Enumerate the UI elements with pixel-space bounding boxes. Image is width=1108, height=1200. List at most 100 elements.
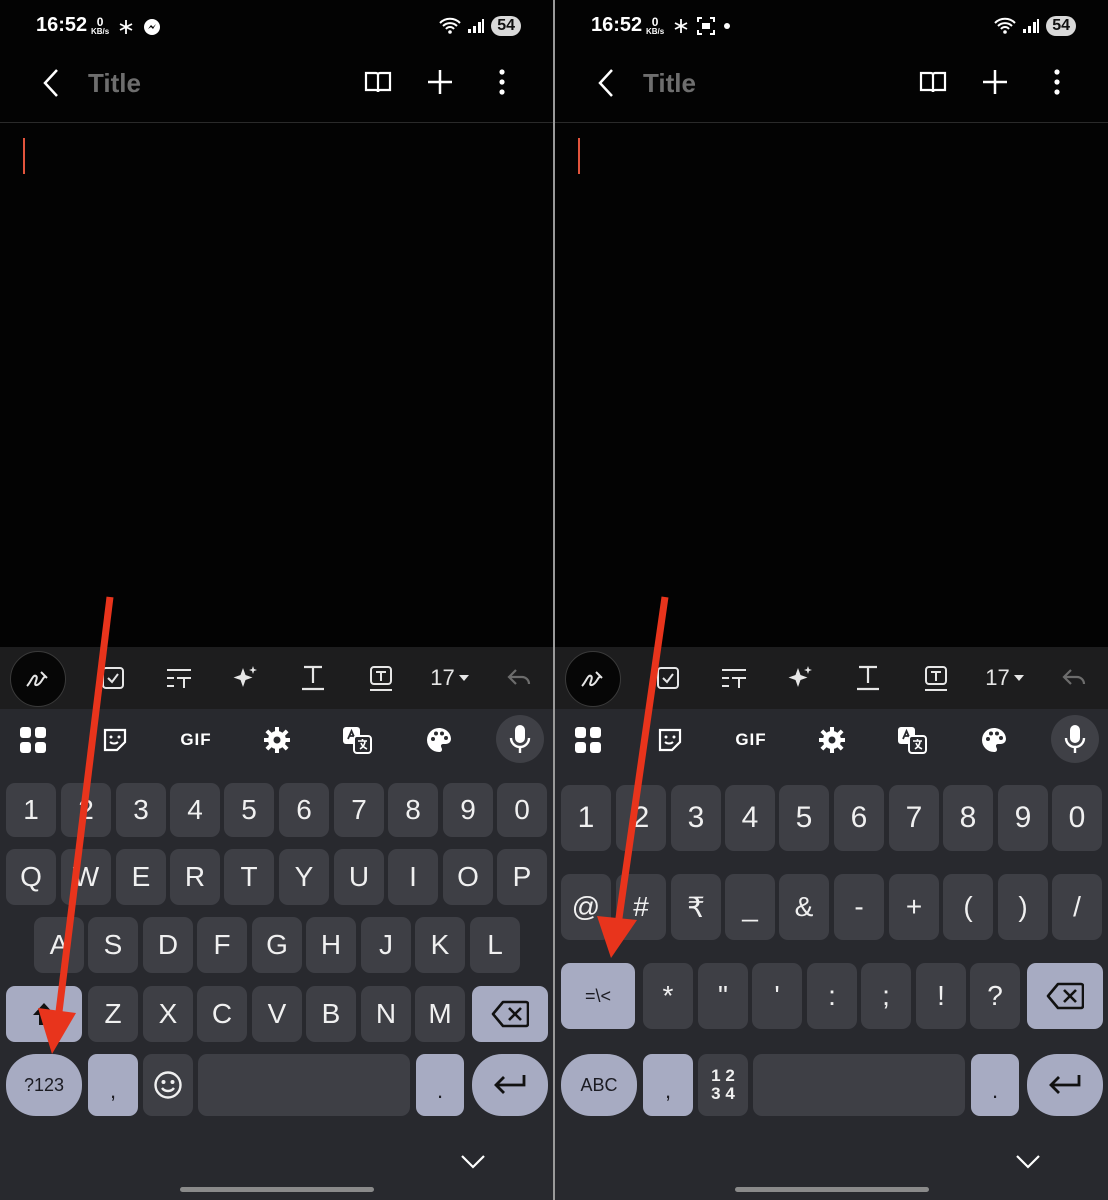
undo-button[interactable] [1057, 660, 1091, 696]
key-single-quote[interactable]: ' [752, 963, 802, 1029]
key-j[interactable]: J [361, 917, 411, 973]
key-8[interactable]: 8 [388, 783, 438, 837]
enter-key[interactable] [1027, 1054, 1103, 1116]
apps-button[interactable] [16, 723, 50, 757]
pen-mode-button[interactable] [565, 651, 621, 707]
text-box-button[interactable] [364, 660, 398, 696]
pen-mode-button[interactable] [10, 651, 66, 707]
apps-button[interactable] [571, 723, 605, 757]
key-9[interactable]: 9 [443, 783, 493, 837]
key-3[interactable]: 3 [116, 783, 166, 837]
key-double-quote[interactable]: " [698, 963, 748, 1029]
key-2[interactable]: 2 [61, 783, 111, 837]
add-button[interactable] [978, 65, 1012, 99]
back-button[interactable] [591, 66, 621, 100]
more-options-button[interactable] [1040, 65, 1074, 99]
key-x[interactable]: X [143, 986, 193, 1042]
voice-input-button[interactable] [1051, 715, 1099, 763]
enter-key[interactable] [472, 1054, 548, 1116]
text-style-button[interactable] [162, 660, 196, 696]
font-size-dropdown[interactable]: 17 [426, 660, 474, 696]
key-s[interactable]: S [88, 917, 138, 973]
translate-button[interactable] [340, 723, 374, 757]
key-colon[interactable]: : [807, 963, 857, 1029]
key-c[interactable]: C [197, 986, 247, 1042]
key-underscore[interactable]: _ [725, 874, 775, 940]
key-at[interactable]: @ [561, 874, 611, 940]
hide-keyboard-button[interactable] [460, 1149, 486, 1175]
space-bar[interactable] [198, 1054, 410, 1116]
key-6[interactable]: 6 [834, 785, 884, 851]
text-cursor[interactable] [23, 138, 25, 174]
translate-button[interactable] [895, 723, 929, 757]
space-bar[interactable] [753, 1054, 965, 1116]
key-r[interactable]: R [170, 849, 220, 905]
key-h[interactable]: H [306, 917, 356, 973]
back-button[interactable] [36, 66, 66, 100]
key-2[interactable]: 2 [616, 785, 666, 851]
key-exclamation[interactable]: ! [916, 963, 966, 1029]
key-a[interactable]: A [34, 917, 84, 973]
comma-key[interactable]: , [88, 1054, 138, 1116]
key-4[interactable]: 4 [170, 783, 220, 837]
key-6[interactable]: 6 [279, 783, 329, 837]
note-title-field[interactable]: Title [643, 68, 696, 99]
key-g[interactable]: G [252, 917, 302, 973]
key-question[interactable]: ? [970, 963, 1020, 1029]
text-cursor[interactable] [578, 138, 580, 174]
period-key[interactable]: . [971, 1054, 1019, 1116]
checklist-button[interactable] [96, 660, 130, 696]
key-v[interactable]: V [252, 986, 302, 1042]
voice-input-button[interactable] [496, 715, 544, 763]
checklist-button[interactable] [651, 660, 685, 696]
key-3[interactable]: 3 [671, 785, 721, 851]
theme-button[interactable] [422, 723, 456, 757]
period-key[interactable]: . [416, 1054, 464, 1116]
note-title-field[interactable]: Title [88, 68, 141, 99]
sticker-button[interactable] [653, 723, 687, 757]
ai-assist-button[interactable] [228, 660, 262, 696]
key-slash[interactable]: / [1052, 874, 1102, 940]
key-u[interactable]: U [334, 849, 384, 905]
backspace-key[interactable] [472, 986, 548, 1042]
key-p[interactable]: P [497, 849, 547, 905]
undo-button[interactable] [502, 660, 536, 696]
key-i[interactable]: I [388, 849, 438, 905]
key-ampersand[interactable]: & [779, 874, 829, 940]
alphabet-mode-key[interactable]: ABC [561, 1054, 637, 1116]
key-semicolon[interactable]: ; [861, 963, 911, 1029]
key-t[interactable]: T [224, 849, 274, 905]
text-format-button[interactable] [296, 660, 330, 696]
settings-button[interactable] [260, 723, 294, 757]
key-close-paren[interactable]: ) [998, 874, 1048, 940]
settings-button[interactable] [815, 723, 849, 757]
key-5[interactable]: 5 [779, 785, 829, 851]
key-l[interactable]: L [470, 917, 520, 973]
gif-button[interactable]: GIF [733, 723, 769, 757]
key-0[interactable]: 0 [497, 783, 547, 837]
reader-mode-button[interactable] [916, 65, 950, 99]
key-9[interactable]: 9 [998, 785, 1048, 851]
key-1[interactable]: 1 [6, 783, 56, 837]
key-o[interactable]: O [443, 849, 493, 905]
key-7[interactable]: 7 [889, 785, 939, 851]
key-0[interactable]: 0 [1052, 785, 1102, 851]
key-plus[interactable]: + [889, 874, 939, 940]
hide-keyboard-button[interactable] [1015, 1149, 1041, 1175]
reader-mode-button[interactable] [361, 65, 395, 99]
comma-key[interactable]: , [643, 1054, 693, 1116]
numpad-key[interactable]: 1 2 3 4 [698, 1054, 748, 1116]
more-symbols-key[interactable]: =\< [561, 963, 635, 1029]
key-minus[interactable]: - [834, 874, 884, 940]
key-n[interactable]: N [361, 986, 411, 1042]
key-k[interactable]: K [415, 917, 465, 973]
key-asterisk[interactable]: * [643, 963, 693, 1029]
key-w[interactable]: W [61, 849, 111, 905]
key-1[interactable]: 1 [561, 785, 611, 851]
symbols-mode-key[interactable]: ?123 [6, 1054, 82, 1116]
text-box-button[interactable] [919, 660, 953, 696]
key-y[interactable]: Y [279, 849, 329, 905]
text-format-button[interactable] [851, 660, 885, 696]
key-rupee[interactable]: ₹ [671, 874, 721, 940]
key-open-paren[interactable]: ( [943, 874, 993, 940]
